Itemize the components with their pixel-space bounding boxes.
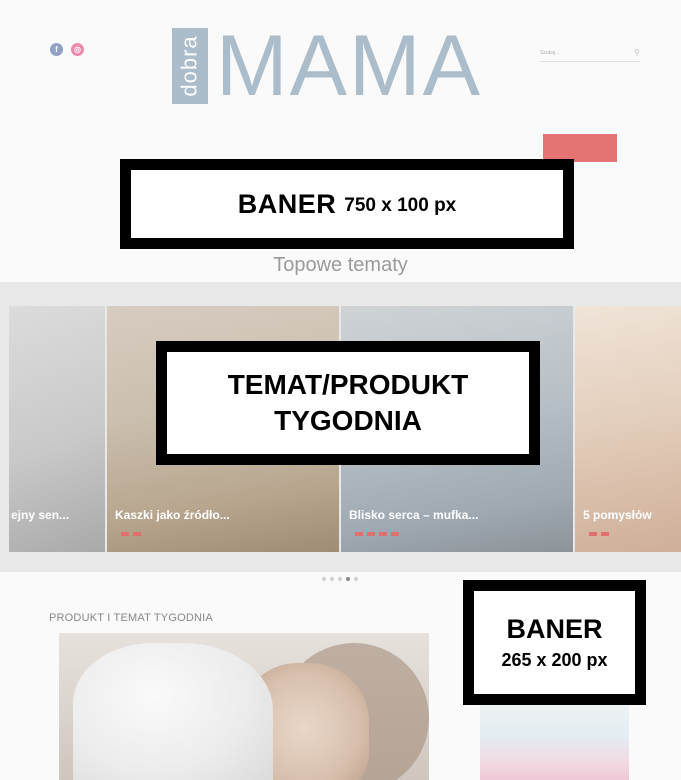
slide-caption[interactable]: 5 pomysłów bbox=[583, 508, 652, 522]
slide-tag[interactable] bbox=[355, 532, 363, 536]
slide-tag[interactable] bbox=[601, 532, 609, 536]
site-logo[interactable]: dobra MAMA bbox=[172, 18, 482, 114]
side-banner-placeholder: BANER 265 x 200 px bbox=[463, 580, 646, 705]
page: f ◎ dobra MAMA ⚲ BANER 750 x 100 px Topo… bbox=[0, 0, 681, 780]
side-banner-title: BANER bbox=[506, 613, 603, 644]
slide-tag[interactable] bbox=[133, 532, 141, 536]
carousel-dot[interactable] bbox=[346, 577, 350, 581]
lower-section-title: PRODUKT I TEMAT TYGODNIA bbox=[49, 612, 213, 624]
instagram-icon[interactable]: ◎ bbox=[71, 43, 84, 56]
feature-image[interactable] bbox=[59, 633, 429, 780]
carousel-dot[interactable] bbox=[354, 577, 358, 581]
search-box: ⚲ bbox=[540, 44, 640, 62]
topic-of-week-placeholder: TEMAT/PRODUKT TYGODNIA bbox=[156, 341, 540, 465]
carousel-slide[interactable]: ejny sen... bbox=[9, 306, 105, 552]
slide-tags bbox=[121, 532, 141, 536]
towel-shape bbox=[73, 643, 273, 780]
slide-caption[interactable]: Blisko serca – mufka... bbox=[349, 508, 478, 522]
top-banner-placeholder: BANER 750 x 100 px bbox=[120, 159, 574, 249]
slide-tag[interactable] bbox=[379, 532, 387, 536]
facebook-icon[interactable]: f bbox=[50, 43, 63, 56]
search-input[interactable] bbox=[540, 49, 610, 56]
carousel-slide[interactable]: 5 pomysłów bbox=[575, 306, 681, 552]
topic-of-week-line2: TYGODNIA bbox=[274, 405, 422, 436]
side-banner-size: 265 x 200 px bbox=[501, 649, 608, 670]
logo-box: dobra bbox=[172, 28, 208, 104]
carousel-dots bbox=[322, 577, 358, 581]
logo-small-text: dobra bbox=[177, 35, 202, 97]
slide-caption[interactable]: Kaszki jako źródło... bbox=[115, 508, 230, 522]
carousel-dot[interactable] bbox=[322, 577, 326, 581]
slide-caption[interactable]: ejny sen... bbox=[11, 508, 69, 522]
section-title: Topowe tematy bbox=[273, 254, 408, 276]
carousel-dot[interactable] bbox=[330, 577, 334, 581]
slide-tags bbox=[589, 532, 609, 536]
side-thumbnail[interactable] bbox=[480, 705, 629, 780]
slide-tag[interactable] bbox=[391, 532, 399, 536]
slide-tag[interactable] bbox=[121, 532, 129, 536]
slide-tag[interactable] bbox=[589, 532, 597, 536]
nav-cta-button[interactable] bbox=[543, 134, 617, 162]
social-icons: f ◎ bbox=[50, 43, 84, 56]
top-banner-size: 750 x 100 px bbox=[344, 195, 457, 216]
top-banner-title: BANER bbox=[237, 188, 337, 219]
slide-tag[interactable] bbox=[367, 532, 375, 536]
search-icon[interactable]: ⚲ bbox=[634, 48, 640, 57]
topic-of-week-line1: TEMAT/PRODUKT bbox=[227, 369, 469, 400]
carousel-dot[interactable] bbox=[338, 577, 342, 581]
slide-tags bbox=[355, 532, 399, 536]
logo-big-text: MAMA bbox=[216, 18, 482, 114]
main-nav bbox=[70, 138, 540, 160]
